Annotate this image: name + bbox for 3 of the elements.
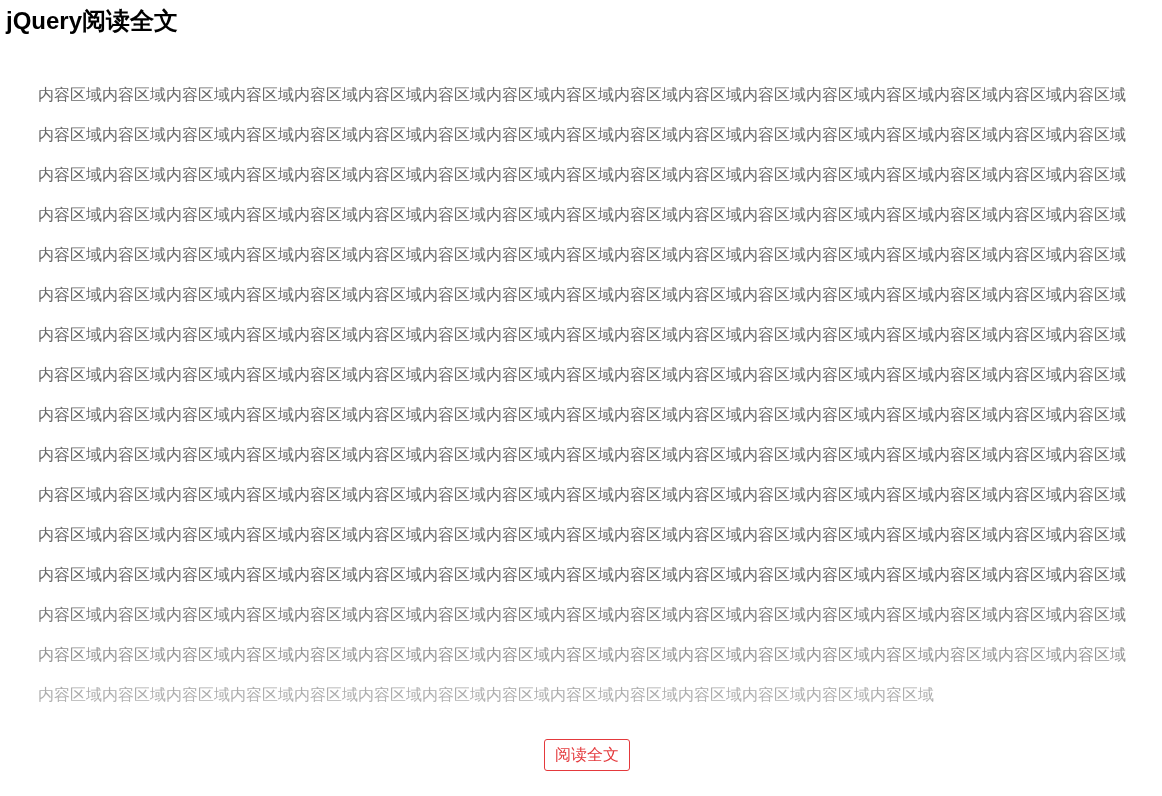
page-title: jQuery阅读全文 [6, 6, 179, 36]
content-paragraph: 内容区域内容区域内容区域内容区域内容区域内容区域内容区域内容区域内容区域内容区域内容区域内容区域内容区域内容区域内容区域内容区域内容区域内容区域内容区域内容区域内容区域内容区域内容区域内容区域内容区域内容区域内容区域内容区域内容区域内容区域内容区域内容区域内容区域内容区域内容区域内容区域内容区域内容区域内容区域内容区域内容区域内容区域内容区域内容区域内容区域内容区域内容区域内容区域内容区域内容区域内容区域内容区域内容区域内容区域内容区域内容区域内容区域内容区域内容区域内容区域内容区域内容区域内容区域内容区域内容区域内容区域内容区域内容区域内容区域内容区域内容区域内容区域内容区域内容区域内容区域内容区域内容区域内容区域内容区域内容区域内容区域内容区域内容区域内容区域内容区域内容区域内容区域内容区域内容区域内容区域内容区域内容区域内容区域内容区域内容区域内容区域内容区域内容区域内容区域内容区域内容区域内容区域内容区域内容区域内容区域内容区域内容区域内容区域内容区域内容区域内容区域内容区域内容区域内容区域内容区域内容区域内容区域内容区域内容区域内容区域内容区域内容区域内容区域内容区域内容区域内容区域内容区域内容区域内容区域内容区域内容区域内容区域内容区域内容区域内容区域内容区域内容区域内容区域内容区域内容区域内容区域内容区域内容区域内容区域内容区域内容区域内容区域内容区域内容区域内容区域内容区域内容区域内容区域内容区域内容区域内容区域内容区域内容区域内容区域内容区域内容区域内容区域内容区域内容区域内容区域内容区域内容区域内容区域内容区域内容区域内容区域内容区域内容区域内容区域内容区域内容区域内容区域内容区域内容区域内容区域内容区域内容区域内容区域内容区域内容区域内容区域内容区域内容区域内容区域内容区域内容区域内容区域内容区域内容区域内容区域内容区域内容区域内容区域内容区域内容区域内容区域内容区域内容区域内容区域内容区域内容区域内容区域内容区域内容区域内容区域内容区域内容区域内容区域内容区域内容区域内容区域内容区域内容区域内容区域内容区域内容区域内容区域内容区域内容区域内容区域内容区域内容区域内容区域内容区域内容区域内容区域内容区域内容区域内容区域内容区域内容区域内容区域内容区域内容区域内容区域内容区域内容区域内容区域内容区域内容区域内容区域内容区域内容区域内容区域内容区域内容区域内容区域内容区域内容区域内容区域内容区域内容区域内容区域内容区域内容区域内容区域内容区域内容区域内容区域内容区域内容区域内容区域内容区域内容区域 [38, 85, 1127, 705]
read-more-button[interactable]: 阅读全文 [544, 739, 630, 771]
